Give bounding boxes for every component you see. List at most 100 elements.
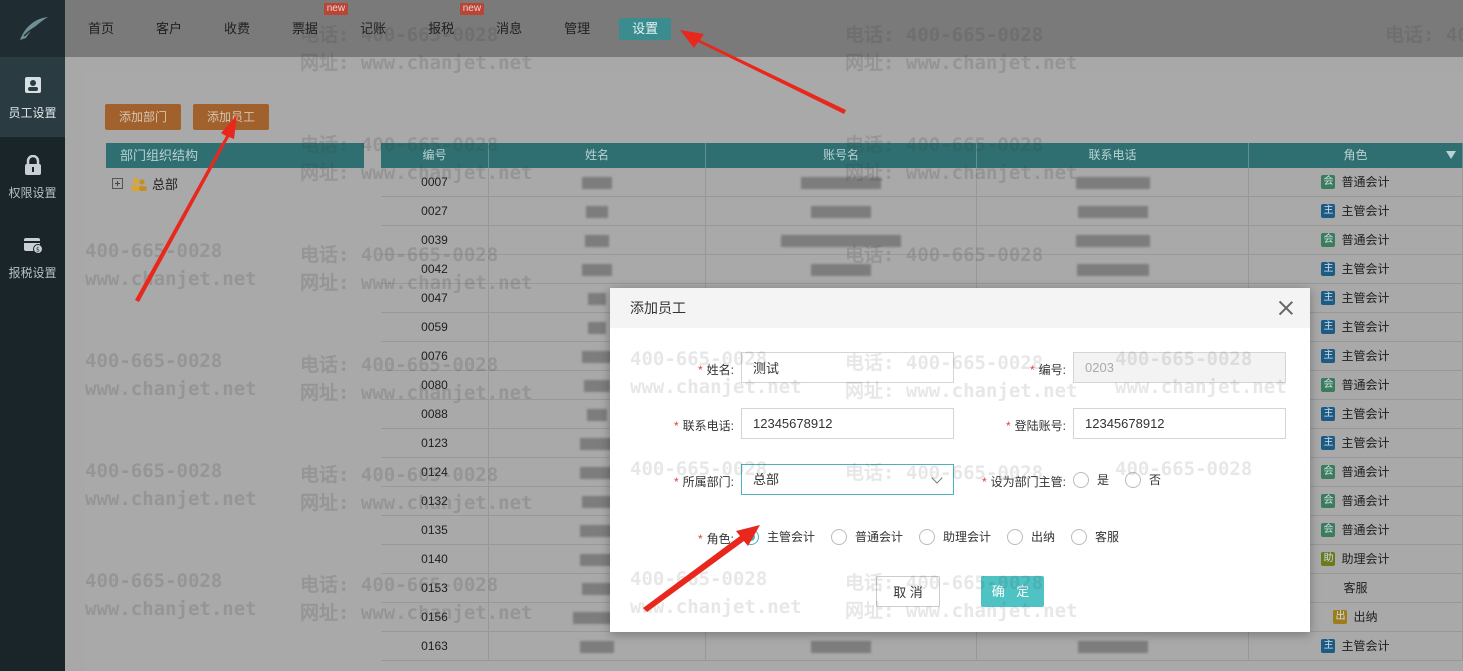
cell-phone <box>977 632 1249 660</box>
set-manager-label: * 设为部门主管: <box>981 475 1066 489</box>
cell-account <box>706 632 977 660</box>
nav-invoices[interactable]: 票据 new <box>279 2 349 40</box>
redacted-phone <box>1075 234 1150 247</box>
cell-phone <box>977 226 1249 254</box>
phone-input[interactable] <box>741 408 954 439</box>
nav-tax[interactable]: 报税 new <box>415 2 485 40</box>
tax-card-icon: $ <box>22 234 44 256</box>
tree-node-headquarters[interactable]: 总部 <box>112 174 178 193</box>
cell-name <box>489 197 706 225</box>
confirm-button[interactable]: 确 定 <box>981 576 1044 607</box>
redacted-name <box>587 408 607 421</box>
cell-id: 0047 <box>381 284 489 312</box>
app-logo[interactable] <box>0 0 65 57</box>
role-label: * 角色: <box>697 532 734 546</box>
cell-name <box>489 168 706 196</box>
cell-account <box>706 197 977 225</box>
nav-management[interactable]: 管理 <box>551 18 603 40</box>
radio-label: 普通会计 <box>855 530 904 544</box>
role-radio-assistant-accountant[interactable]: 助理会计 <box>919 528 991 545</box>
id-badge-icon <box>22 74 44 96</box>
filter-icon[interactable] <box>1446 151 1456 159</box>
lock-icon <box>22 154 44 176</box>
nav-home[interactable]: 首页 <box>75 18 127 40</box>
leaf-logo-icon <box>19 16 48 40</box>
cell-id: 0059 <box>381 313 489 341</box>
header-role[interactable]: 角色 <box>1249 143 1463 168</box>
nav-billing[interactable]: 收费 <box>211 18 263 40</box>
nav-label: 消息 <box>496 20 523 36</box>
sidebar-item-employee-settings[interactable]: 员工设置 <box>0 57 65 137</box>
cell-id: 0153 <box>381 574 489 602</box>
role-label: 出纳 <box>1353 610 1378 624</box>
number-label: * 编号: <box>1029 363 1066 377</box>
redacted-phone <box>1077 205 1148 218</box>
redacted-phone <box>1075 176 1150 189</box>
cell-phone <box>977 168 1249 196</box>
role-tag-icon: 会 <box>1321 378 1336 392</box>
name-input[interactable] <box>741 352 954 383</box>
nav-customers[interactable]: 客户 <box>143 18 195 40</box>
sidebar: 员工设置 权限设置 $ 报税设置 <box>0 0 65 671</box>
cell-id: 0088 <box>381 400 489 428</box>
header-name[interactable]: 姓名 <box>489 143 706 168</box>
table-row[interactable]: 0042 主主管会计 <box>381 255 1463 284</box>
table-row[interactable]: 0163 主主管会计 <box>381 632 1463 661</box>
header-phone[interactable]: 联系电话 <box>977 143 1249 168</box>
new-badge: new <box>323 2 349 15</box>
radio-label: 客服 <box>1095 530 1120 544</box>
dialog-title: 添加员工 <box>630 300 686 316</box>
redacted-name <box>585 234 609 247</box>
role-tag-icon: 主 <box>1321 639 1336 653</box>
close-icon[interactable] <box>1278 300 1294 316</box>
department-select[interactable]: 总部 <box>741 464 954 495</box>
manager-yes-radio[interactable]: 是 <box>1073 471 1109 488</box>
redacted-name <box>580 640 614 653</box>
redacted-name <box>588 321 606 334</box>
role-label: 主管会计 <box>1341 349 1390 363</box>
role-label: 客服 <box>1343 581 1368 595</box>
add-employee-dialog: 添加员工 *姓名: *编号: *联系电话: *登陆账号: *所属部门: 总部 *… <box>610 288 1310 632</box>
sidebar-item-label: 报税设置 <box>8 265 57 280</box>
add-employee-button[interactable]: 添加员工 <box>193 104 270 130</box>
radio-label: 主管会计 <box>767 530 816 544</box>
add-department-button[interactable]: 添加部门 <box>105 104 182 130</box>
radio-label: 否 <box>1149 473 1162 487</box>
nav-bookkeeping[interactable]: 记账 <box>347 18 399 40</box>
role-radio-chief-accountant[interactable]: 主管会计 <box>743 528 815 545</box>
radio-icon <box>1071 528 1087 545</box>
cell-phone <box>977 197 1249 225</box>
sidebar-item-label: 员工设置 <box>8 105 57 120</box>
tree-node-label: 总部 <box>152 177 179 192</box>
nav-messages[interactable]: 消息 <box>483 18 535 40</box>
cell-id: 0124 <box>381 458 489 486</box>
role-label: 主管会计 <box>1341 262 1390 276</box>
radio-icon <box>1073 471 1089 488</box>
redacted-name <box>582 350 612 363</box>
expand-icon[interactable] <box>112 178 123 189</box>
radio-icon <box>1125 471 1141 488</box>
role-radio-customer-service[interactable]: 客服 <box>1071 528 1119 545</box>
table-row[interactable]: 0027 主主管会计 <box>381 197 1463 226</box>
header-account[interactable]: 账号名 <box>706 143 977 168</box>
sidebar-item-permission-settings[interactable]: 权限设置 <box>0 137 65 217</box>
redacted-account <box>811 205 871 218</box>
redacted-account <box>811 263 871 276</box>
sidebar-item-tax-settings[interactable]: $ 报税设置 <box>0 217 65 297</box>
nav-label: 收费 <box>224 20 251 36</box>
role-radio-cashier[interactable]: 出纳 <box>1007 528 1055 545</box>
manager-no-radio[interactable]: 否 <box>1125 471 1161 488</box>
cell-role: 主主管会计 <box>1249 632 1463 660</box>
cell-id: 0140 <box>381 545 489 573</box>
login-account-input[interactable] <box>1073 408 1286 439</box>
header-id[interactable]: 编号 <box>381 143 489 168</box>
cancel-button[interactable]: 取 消 <box>876 576 940 607</box>
nav-settings[interactable]: 设置 <box>619 17 672 40</box>
role-tag-icon: 主 <box>1321 262 1336 276</box>
role-tag-icon: 主 <box>1321 291 1336 305</box>
table-row[interactable]: 0039 会普通会计 <box>381 226 1463 255</box>
redacted-name <box>582 495 612 508</box>
table-row[interactable]: 0007 会普通会计 <box>381 168 1463 197</box>
role-radio-accountant[interactable]: 普通会计 <box>831 528 903 545</box>
role-tag-icon: 会 <box>1321 175 1336 189</box>
